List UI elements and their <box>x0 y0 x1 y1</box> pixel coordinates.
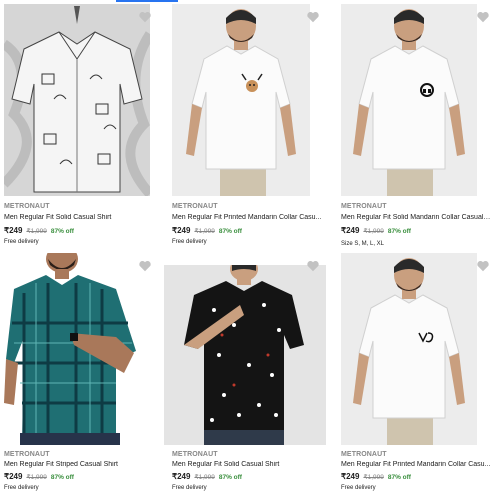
product-brand: METRONAUT <box>172 451 218 458</box>
product-card[interactable]: METRONAUT Men Regular Fit Printed Mandar… <box>341 253 497 500</box>
product-image[interactable] <box>4 253 150 445</box>
product-image[interactable] <box>172 4 310 196</box>
product-mrp: ₹1,999 <box>26 474 47 481</box>
wishlist-heart-icon[interactable] <box>476 259 490 273</box>
product-mrp: ₹1,999 <box>194 474 215 481</box>
product-image[interactable] <box>164 265 326 445</box>
wishlist-heart-icon[interactable] <box>306 10 320 24</box>
price-row: ₹249 ₹1,999 87% off <box>172 472 242 481</box>
delivery-info: Free delivery <box>4 485 39 491</box>
product-mrp: ₹1,999 <box>26 228 47 235</box>
product-price: ₹249 <box>172 226 191 235</box>
product-title[interactable]: Men Regular Fit Solid Mandarin Collar Ca… <box>341 214 491 221</box>
delivery-info: Free delivery <box>4 239 39 245</box>
product-price: ₹249 <box>341 472 360 481</box>
size-options: Size S, M, L, XL <box>341 241 385 247</box>
product-brand: METRONAUT <box>341 203 387 210</box>
product-title[interactable]: Men Regular Fit Solid Casual Shirt <box>172 461 322 468</box>
product-discount: 87% off <box>387 228 411 235</box>
product-title[interactable]: Men Regular Fit Striped Casual Shirt <box>4 461 154 468</box>
product-price: ₹249 <box>4 226 23 235</box>
product-discount: 87% off <box>218 228 242 235</box>
wishlist-heart-icon[interactable] <box>306 259 320 273</box>
product-brand: METRONAUT <box>172 203 218 210</box>
product-discount: 87% off <box>50 474 74 481</box>
product-brand: METRONAUT <box>341 451 387 458</box>
delivery-info: Free delivery <box>172 485 207 491</box>
price-row: ₹249 ₹1,999 87% off <box>4 472 74 481</box>
product-price: ₹249 <box>341 226 360 235</box>
wishlist-heart-icon[interactable] <box>138 259 152 273</box>
product-mrp: ₹1,999 <box>363 228 384 235</box>
wishlist-heart-icon[interactable] <box>476 10 490 24</box>
product-title[interactable]: Men Regular Fit Solid Casual Shirt <box>4 214 154 221</box>
product-title[interactable]: Men Regular Fit Printed Mandarin Collar … <box>341 461 491 468</box>
price-row: ₹249 ₹1,999 87% off <box>172 226 242 235</box>
product-image[interactable] <box>341 4 477 196</box>
product-discount: 87% off <box>50 228 74 235</box>
product-image[interactable] <box>4 4 150 196</box>
product-brand: METRONAUT <box>4 451 50 458</box>
wishlist-heart-icon[interactable] <box>138 10 152 24</box>
product-price: ₹249 <box>4 472 23 481</box>
product-discount: 87% off <box>218 474 242 481</box>
price-row: ₹249 ₹1,999 87% off <box>4 226 74 235</box>
product-discount: 87% off <box>387 474 411 481</box>
product-mrp: ₹1,999 <box>363 474 384 481</box>
active-tab-indicator <box>116 0 178 2</box>
product-card[interactable]: METRONAUT Men Regular Fit Solid Casual S… <box>164 253 332 500</box>
product-image[interactable] <box>341 253 477 445</box>
product-card[interactable]: METRONAUT Men Regular Fit Striped Casual… <box>4 253 164 500</box>
delivery-info: Free delivery <box>172 239 207 245</box>
product-price: ₹249 <box>172 472 191 481</box>
product-card[interactable]: METRONAUT Men Regular Fit Solid Mandarin… <box>341 4 497 249</box>
product-card[interactable]: METRONAUT Men Regular Fit Solid Casual S… <box>4 4 164 249</box>
price-row: ₹249 ₹1,999 87% off <box>341 472 411 481</box>
delivery-info: Free delivery <box>341 485 376 491</box>
product-card[interactable]: METRONAUT Men Regular Fit Printed Mandar… <box>172 4 332 249</box>
product-title[interactable]: Men Regular Fit Printed Mandarin Collar … <box>172 214 322 221</box>
price-row: ₹249 ₹1,999 87% off <box>341 226 411 235</box>
product-mrp: ₹1,999 <box>194 228 215 235</box>
product-brand: METRONAUT <box>4 203 50 210</box>
